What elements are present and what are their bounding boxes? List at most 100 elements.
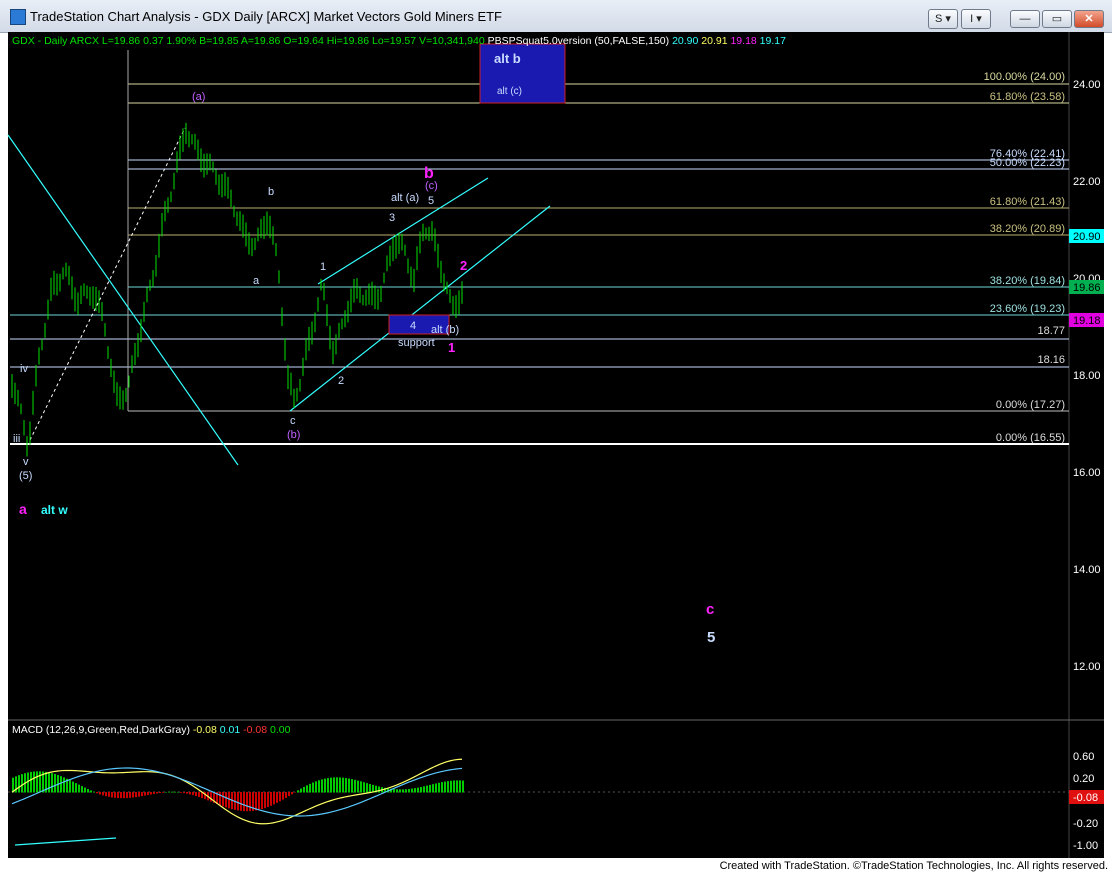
macd-histogram-bar: [417, 787, 419, 793]
status-bid: B=19.85: [199, 35, 239, 47]
status-volume: V=10,341,940: [419, 35, 485, 47]
macd-histogram-bar: [75, 783, 77, 793]
macd-histogram-bar: [423, 786, 425, 793]
macd-histogram-bar: [237, 792, 239, 811]
wave-alt-a: alt (a): [391, 192, 419, 204]
macd-histogram-bar: [432, 784, 434, 793]
price-axis: 24.00 22.00 20.00 18.00 16.00 14.00 12.0…: [1073, 79, 1101, 673]
macd-v1: -0.08: [192, 724, 217, 736]
macd-histogram-bar: [291, 792, 293, 795]
wave-5: 5: [428, 195, 434, 207]
macd-histogram-bar: [243, 792, 245, 812]
wave-b-paren: (b): [287, 429, 300, 441]
macd-histogram-bar: [345, 778, 347, 793]
macd-histogram-bar: [459, 780, 461, 793]
macd-histogram-bar: [39, 771, 41, 793]
fib-label-38-2-b: 38.20% (19.84): [990, 275, 1065, 287]
macd-histogram-bar: [438, 782, 440, 793]
macd-histogram-bar: [333, 777, 335, 793]
fib-label-23-6: 23.60% (19.23): [990, 303, 1065, 315]
macd-histogram-bar: [369, 784, 371, 793]
status-study: PBSPSquat5.0version (50,FALSE,150): [487, 35, 670, 47]
macd-histogram-bar: [348, 778, 350, 793]
wave-4: 4: [410, 320, 416, 332]
macd-histogram-bar: [180, 792, 182, 793]
macd-histogram-bar: [297, 790, 299, 793]
wave-3: 3: [389, 212, 395, 224]
wave-alt-b-box: alt b: [494, 51, 521, 66]
macd-histogram-bar: [357, 780, 359, 793]
macd-histogram-bar: [288, 792, 290, 797]
macd-histogram-bar: [396, 789, 398, 793]
macd-histogram-bar: [399, 789, 401, 793]
macd-histogram-bar: [453, 780, 455, 793]
macd-histogram-bar: [54, 774, 56, 793]
macd-histogram-bar: [144, 792, 146, 796]
macd-histogram-bar: [132, 792, 134, 798]
trend-lines: [7, 134, 551, 846]
fib-label-0-a: 0.00% (17.27): [996, 399, 1065, 411]
macd-histogram-bar: [141, 792, 143, 797]
wave-c-big: c: [706, 601, 714, 618]
footer-text: Created with TradeStation. ©TradeStation…: [719, 860, 1108, 872]
wave-a-paren: (a): [192, 91, 205, 103]
macd-histogram-bar: [195, 792, 197, 797]
status-last: L=19.86: [101, 35, 141, 47]
macd-histogram-bar: [456, 780, 458, 793]
macd-histogram-bar: [294, 792, 296, 793]
macd-histogram-bar: [360, 781, 362, 793]
wave-5-paren: (5): [19, 470, 32, 482]
macd-histogram-bar: [123, 792, 125, 799]
macd-histogram-bar: [108, 792, 110, 797]
macd-histogram-bar: [279, 792, 281, 802]
macd-histogram-bar: [72, 781, 74, 793]
macd-histogram-bar: [378, 786, 380, 793]
macd-histogram-bar: [189, 792, 191, 795]
macd-histogram-bar: [273, 792, 275, 805]
macd-histogram-bar: [354, 779, 356, 793]
macd-histogram-bar: [105, 792, 107, 797]
macd-histogram-bar: [441, 782, 443, 793]
macd-v4: 0.00: [269, 724, 291, 736]
macd-histogram-bar: [258, 792, 260, 810]
macd-histogram-bar: [222, 792, 224, 807]
fib-label-18-16: 18.16: [1037, 354, 1065, 366]
macd-histogram-bar: [48, 772, 50, 793]
macd-tick-0-60: 0.60: [1073, 751, 1094, 763]
macd-histogram-bar: [324, 778, 326, 793]
fib-labels: 100.00% (24.00) 61.80% (23.58) 76.40% (2…: [984, 71, 1065, 444]
macd-histogram-bar: [192, 792, 194, 796]
macd-histogram-bar: [36, 771, 38, 793]
status-v4: 19.17: [759, 35, 786, 47]
macd-tick-neg-1-00: -1.00: [1073, 840, 1098, 852]
macd-histogram-bar: [462, 780, 464, 793]
macd-histogram-bar: [330, 777, 332, 793]
fib-label-38-2-a: 38.20% (20.89): [990, 223, 1065, 235]
macd-histogram-bar: [411, 788, 413, 793]
macd-histogram-bar: [225, 792, 227, 808]
macd-tick-0-20: 0.20: [1073, 773, 1094, 785]
macd-histogram-bar: [405, 789, 407, 793]
macd-histogram-bar: [249, 792, 251, 812]
wave-a-big: a: [19, 501, 27, 517]
macd-v2: 0.01: [219, 724, 241, 736]
macd-histogram-bar: [447, 781, 449, 793]
macd-histogram-bar: [426, 785, 428, 793]
marker-19-86: 19.86: [1073, 282, 1101, 294]
macd-histogram-bar: [246, 792, 248, 812]
dashed-projection-line: [29, 127, 186, 441]
macd-marker: -0.08: [1073, 792, 1098, 804]
macd-histogram-bar: [159, 792, 161, 794]
price-tick-16: 16.00: [1073, 467, 1101, 479]
status-ask: A=19.86: [240, 35, 281, 47]
macd-histogram-bar: [255, 792, 257, 811]
macd-histogram-bar: [60, 776, 62, 793]
status-low: Lo=19.57: [371, 35, 417, 47]
chart-canvas[interactable]: 24.00 22.00 2 0.00 18.00 16.00 14.00 12.0…: [0, 0, 1112, 874]
fib-label-100: 100.00% (24.00): [984, 71, 1065, 83]
macd-histogram-bar: [183, 792, 185, 794]
wave-big-1: 1: [448, 340, 455, 355]
macd-histogram-bar: [240, 792, 242, 811]
price-tick-14: 14.00: [1073, 564, 1101, 576]
macd-histogram-bar: [174, 791, 176, 793]
